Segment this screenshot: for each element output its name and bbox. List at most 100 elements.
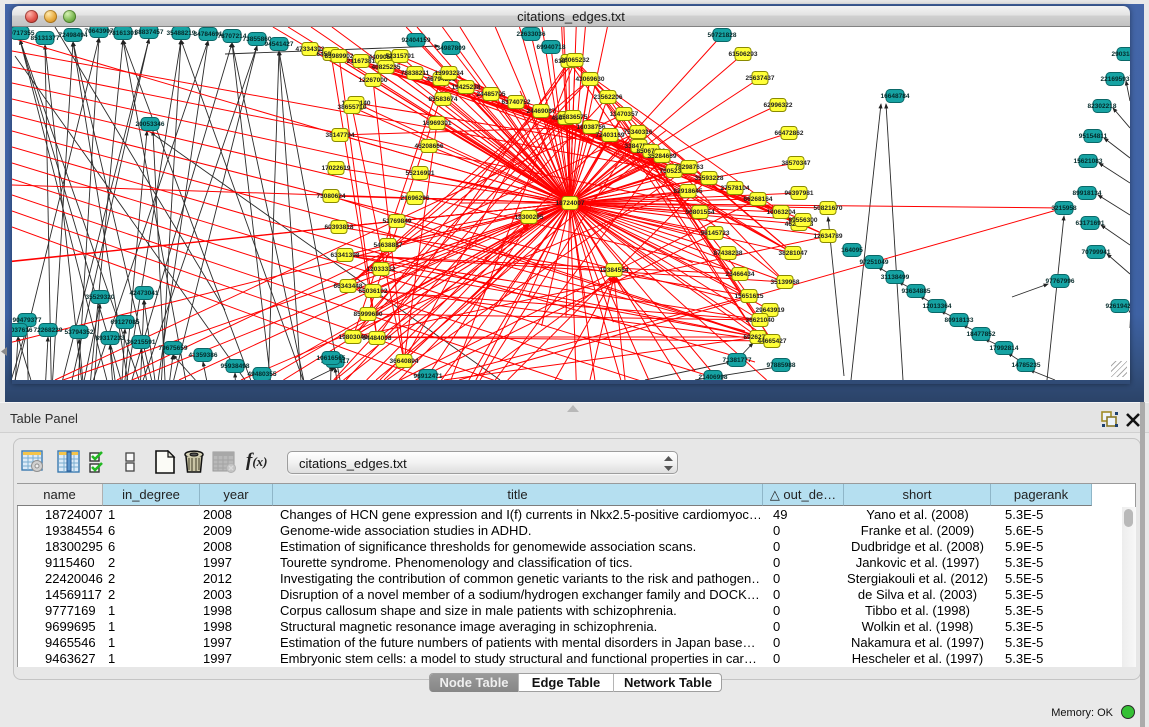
svg-text:14037616: 14037616 [12,327,33,334]
svg-text:72268229: 72268229 [34,327,63,334]
svg-text:164095: 164095 [841,247,863,254]
svg-text:97251049: 97251049 [860,259,889,266]
svg-text:51769849: 51769849 [383,218,412,225]
svg-text:38655710: 38655710 [338,104,367,111]
svg-text:21406998: 21406998 [699,374,728,380]
svg-text:31138499: 31138499 [881,274,910,281]
svg-text:85131377: 85131377 [31,35,60,42]
svg-text:10616565: 10616565 [317,355,346,362]
svg-text:90801554: 90801554 [686,209,715,216]
svg-text:89317233: 89317233 [96,335,125,342]
svg-text:25836575: 25836575 [559,114,588,121]
svg-text:78298763: 78298763 [675,164,704,171]
svg-text:73080624: 73080624 [317,193,346,200]
svg-text:63740752: 63740752 [502,99,531,106]
svg-text:28065232: 28065232 [561,57,590,64]
svg-text:78161301: 78161301 [109,30,138,37]
svg-text:54638887: 54638887 [374,242,403,249]
svg-text:35529320: 35529320 [86,294,115,301]
svg-text:46208666: 46208666 [415,143,444,150]
svg-text:22633036: 22633036 [517,31,546,38]
svg-text:41359386: 41359386 [189,352,218,359]
svg-text:14785235: 14785235 [1012,362,1041,369]
svg-text:55216991: 55216991 [406,170,435,177]
svg-text:18300295: 18300295 [515,214,544,221]
svg-text:18724007: 18724007 [556,200,585,207]
svg-text:24469087: 24469087 [527,108,556,115]
svg-text:94541427: 94541427 [265,41,294,48]
svg-text:15621083: 15621083 [1074,158,1103,165]
svg-text:62996322: 62996322 [764,102,793,109]
svg-text:23466434: 23466434 [726,271,755,278]
svg-text:22169593: 22169593 [1101,76,1130,83]
svg-text:72403169: 72403169 [596,132,625,139]
svg-text:62918645: 62918645 [674,188,703,195]
svg-text:11470357: 11470357 [610,111,639,118]
svg-text:89556300: 89556300 [789,217,818,224]
svg-text:89918134: 89918134 [1073,190,1102,197]
svg-text:40825235: 40825235 [372,64,401,71]
svg-text:92619427: 92619427 [1106,303,1130,310]
svg-text:38570347: 38570347 [782,160,811,167]
svg-text:95154811: 95154811 [1079,133,1108,140]
svg-text:50821670: 50821670 [814,205,843,212]
svg-text:94484008: 94484008 [363,335,392,342]
svg-text:87438238: 87438238 [714,250,743,257]
svg-text:97885988: 97885988 [767,362,796,369]
svg-text:79675659: 79675659 [159,345,188,352]
svg-text:70799941: 70799941 [1082,249,1111,256]
svg-text:69127085: 69127085 [111,319,140,326]
svg-text:80918133: 80918133 [945,317,974,324]
svg-text:63341398: 63341398 [331,252,360,259]
svg-text:63171691: 63171691 [1076,220,1105,227]
svg-text:18969301: 18969301 [423,120,452,127]
svg-text:13993234: 13993234 [435,70,464,77]
svg-text:12634789: 12634789 [814,233,843,240]
svg-text:10063204: 10063204 [767,209,796,216]
svg-text:3215958: 3215958 [1051,205,1077,212]
svg-text:35488219: 35488219 [167,30,196,37]
svg-text:36640894: 36640894 [390,358,419,365]
svg-text:27578104: 27578104 [721,185,750,192]
svg-text:18038756: 18038756 [577,124,606,131]
svg-text:20053346: 20053346 [136,121,165,128]
svg-text:85999680: 85999680 [354,311,383,318]
svg-text:60393818: 60393818 [325,224,354,231]
svg-text:21696296: 21696296 [401,195,430,202]
svg-text:96145723: 96145723 [701,230,730,237]
svg-text:93634885: 93634885 [902,288,931,295]
svg-text:90479377: 90479377 [13,317,42,324]
svg-text:82302218: 82302218 [1088,103,1117,110]
svg-text:75340316: 75340316 [624,129,653,136]
svg-text:19425238: 19425238 [452,84,481,91]
svg-text:12033332: 12033332 [367,266,396,273]
svg-text:34987809: 34987809 [437,45,466,52]
svg-text:65036102: 65036102 [359,288,388,295]
svg-text:71381777: 71381777 [723,357,752,364]
svg-text:95938498: 95938498 [221,363,250,370]
svg-text:35284669: 35284669 [648,153,677,160]
svg-text:42473041: 42473041 [130,290,159,297]
svg-text:69940718: 69940718 [537,44,566,51]
svg-text:38281047: 38281047 [779,250,808,257]
svg-text:49480355: 49480355 [248,371,277,378]
svg-text:25637437: 25637437 [746,75,775,82]
svg-text:50721828: 50721828 [708,32,737,39]
svg-text:44665427: 44665427 [758,338,787,345]
svg-text:61506293: 61506293 [729,51,758,58]
svg-text:16648784: 16648784 [881,93,910,100]
svg-text:29031420: 29031420 [1112,51,1130,58]
svg-text:12013364: 12013364 [923,303,952,310]
svg-text:38621040: 38621040 [746,317,775,324]
svg-text:29643919: 29643919 [756,307,785,314]
svg-text:35593228: 35593228 [695,175,724,182]
svg-text:98912471: 98912471 [414,373,443,380]
svg-text:36215591: 36215591 [127,339,156,346]
svg-text:92404159: 92404159 [402,37,431,44]
svg-text:78838211: 78838211 [401,70,430,77]
svg-text:52315791: 52315791 [386,53,415,60]
svg-text:17992814: 17992814 [990,345,1019,352]
svg-text:66268164: 66268164 [744,196,773,203]
svg-text:43069630: 43069630 [576,76,605,83]
svg-text:85583674: 85583674 [429,96,458,103]
